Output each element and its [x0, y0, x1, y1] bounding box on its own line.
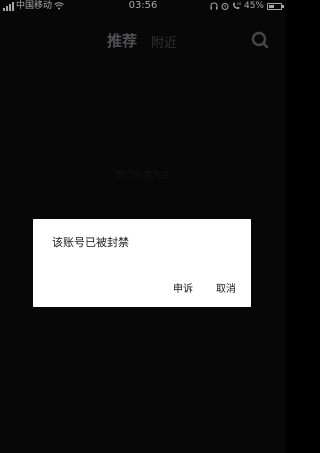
ban-dialog: 该账号已被封禁 申诉 取消: [33, 219, 251, 307]
dialog-message: 该账号已被封禁: [52, 236, 129, 249]
screen: 中国移动 03:56 HD 45% 推荐 附近 热门列表为空 该账号已被封禁 申…: [0, 0, 286, 453]
appeal-button[interactable]: 申诉: [173, 280, 193, 295]
cancel-button[interactable]: 取消: [216, 280, 236, 295]
